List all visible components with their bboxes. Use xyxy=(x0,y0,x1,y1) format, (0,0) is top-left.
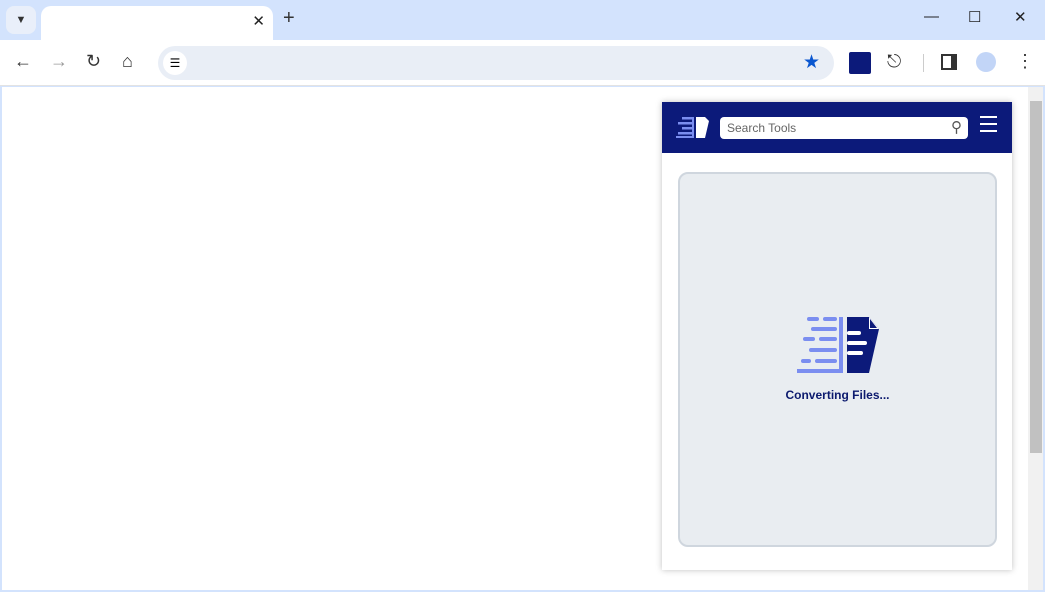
toolbar: ← → ↻ ⌂ ☰ ★ ⎋ ⋮ xyxy=(0,40,1045,86)
converting-logo-icon xyxy=(797,317,879,373)
maximize-icon[interactable]: ☐ xyxy=(968,8,981,26)
converting-status-text: Converting Files... xyxy=(785,388,890,402)
forward-icon[interactable]: → xyxy=(50,51,68,72)
menu-dots-icon[interactable]: ⋮ xyxy=(1016,51,1034,72)
scrollbar[interactable] xyxy=(1028,87,1043,590)
app-logo-icon xyxy=(676,117,709,138)
back-icon[interactable]: ← xyxy=(14,51,32,72)
address-bar[interactable]: ☰ ★ xyxy=(158,46,834,80)
hamburger-menu-icon[interactable] xyxy=(980,116,997,132)
bookmark-star-icon[interactable]: ★ xyxy=(803,51,820,74)
tab-strip: ▼ ✕ + — ☐ ✕ xyxy=(0,0,1045,40)
popup-header: Search Tools ⚲ xyxy=(662,102,1012,153)
page-content: Search Tools ⚲ Converting Files... xyxy=(2,87,1043,590)
divider xyxy=(923,54,924,72)
reload-icon[interactable]: ↻ xyxy=(86,51,101,72)
extensions-puzzle-icon[interactable]: ⎋ xyxy=(887,51,901,72)
extension-logo-icon[interactable] xyxy=(849,52,871,74)
extension-popup: Search Tools ⚲ Converting Files... xyxy=(662,102,1012,570)
search-placeholder: Search Tools xyxy=(727,121,797,135)
profile-icon[interactable] xyxy=(976,52,996,72)
window-close-icon[interactable]: ✕ xyxy=(1014,8,1027,26)
search-input[interactable]: Search Tools ⚲ xyxy=(720,117,968,139)
site-settings-icon[interactable]: ☰ xyxy=(163,51,187,75)
new-tab-icon[interactable]: + xyxy=(283,7,295,30)
conversion-status-card: Converting Files... xyxy=(678,172,997,547)
home-icon[interactable]: ⌂ xyxy=(122,51,133,72)
search-icon[interactable]: ⚲ xyxy=(951,118,962,136)
minimize-icon[interactable]: — xyxy=(924,8,939,25)
scrollbar-thumb[interactable] xyxy=(1030,101,1042,453)
active-tab[interactable]: ✕ xyxy=(41,6,273,40)
tab-search-icon[interactable]: ▼ xyxy=(6,6,36,34)
side-panel-icon[interactable] xyxy=(941,54,957,70)
close-icon[interactable]: ✕ xyxy=(252,12,265,30)
